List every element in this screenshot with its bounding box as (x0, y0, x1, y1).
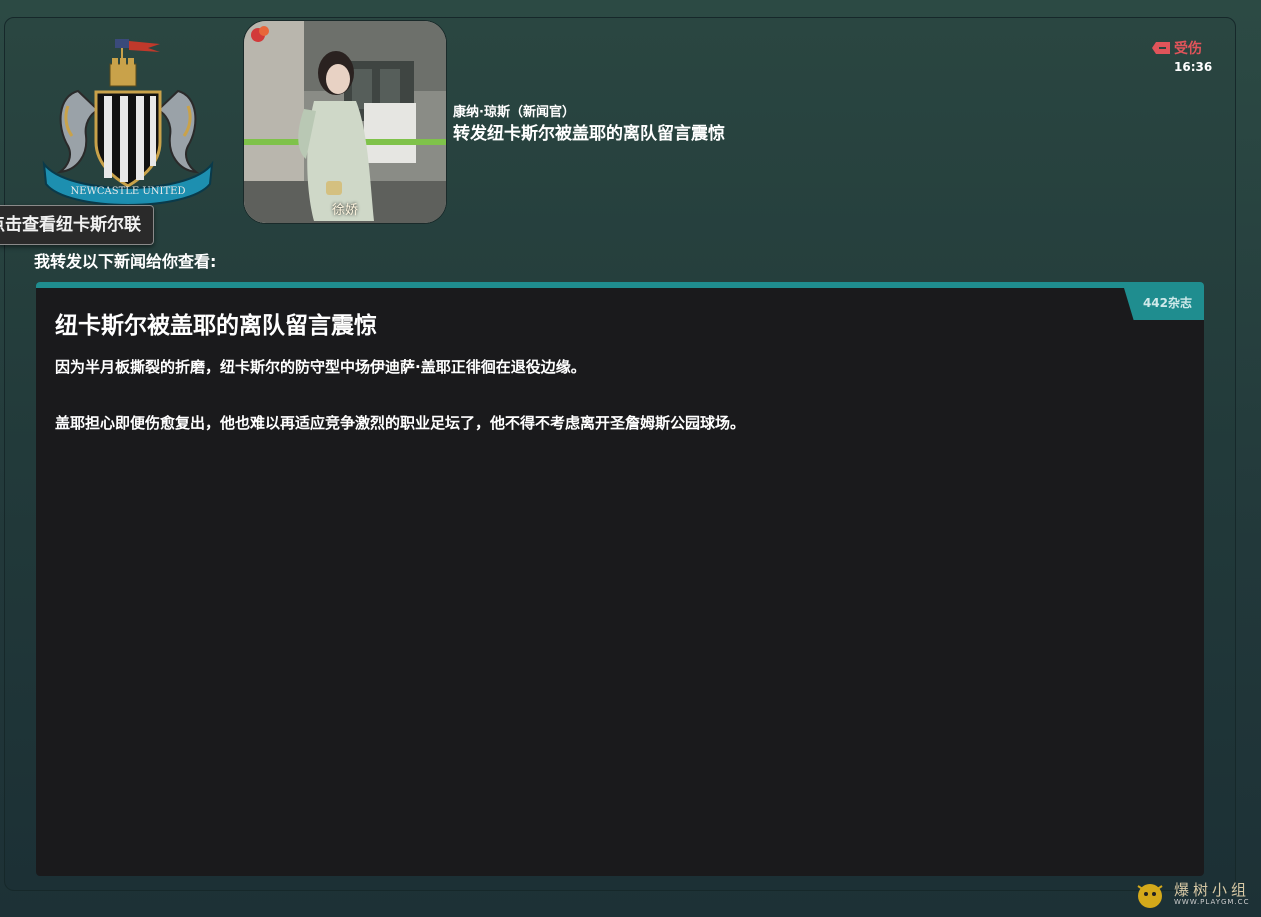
sender-name[interactable]: 康纳·琼斯（新闻官） (453, 101, 575, 120)
sender-photo[interactable]: 徐娇 (244, 21, 446, 223)
injury-status-badge[interactable]: 受伤 (1152, 38, 1202, 58)
message-subject: 转发纽卡斯尔被盖耶的离队留言震惊 (453, 124, 725, 144)
watermark-text: 爆树小组 (1174, 881, 1251, 899)
article-paragraph: 因为半月板撕裂的折磨，纽卡斯尔的防守型中场伊迪萨·盖耶正徘徊在退役边缘。 (55, 358, 586, 376)
article-paragraph: 盖耶担心即便伤愈复出，他也难以再适应竞争激烈的职业足坛了，他不得不考虑离开圣詹姆… (55, 414, 746, 432)
view-club-tooltip[interactable]: 点击查看纽卡斯尔联 (0, 205, 154, 245)
newcastle-crest-icon[interactable]: NEWCASTLE UNITED (38, 36, 218, 206)
tooltip-label: 点击查看纽卡斯尔联 (0, 215, 141, 235)
watermark-mascot-icon (1137, 884, 1163, 908)
intro-text: 我转发以下新闻给你查看: (34, 252, 217, 271)
news-message-page: NEWCASTLE UNITED 点击查看纽卡斯尔联 徐娇 康纳·琼斯（新闻官） (0, 0, 1261, 917)
article-source-tag[interactable]: 442杂志 (1124, 288, 1204, 320)
svg-text:NEWCASTLE UNITED: NEWCASTLE UNITED (71, 186, 186, 197)
site-watermark: 爆树小组 WWW.PLAYGM.CC (1132, 878, 1252, 910)
injury-label: 受伤 (1174, 41, 1202, 57)
watermark-url: WWW.PLAYGM.CC (1174, 898, 1250, 906)
article-title: 纽卡斯尔被盖耶的离队留言震惊 (55, 313, 377, 339)
injury-tag-icon (1152, 42, 1170, 54)
news-article-card: 442杂志 纽卡斯尔被盖耶的离队留言震惊 因为半月板撕裂的折磨，纽卡斯尔的防守型… (36, 282, 1204, 876)
message-time: 16:36 (1174, 60, 1213, 74)
photo-caption: 徐娇 (331, 203, 358, 218)
